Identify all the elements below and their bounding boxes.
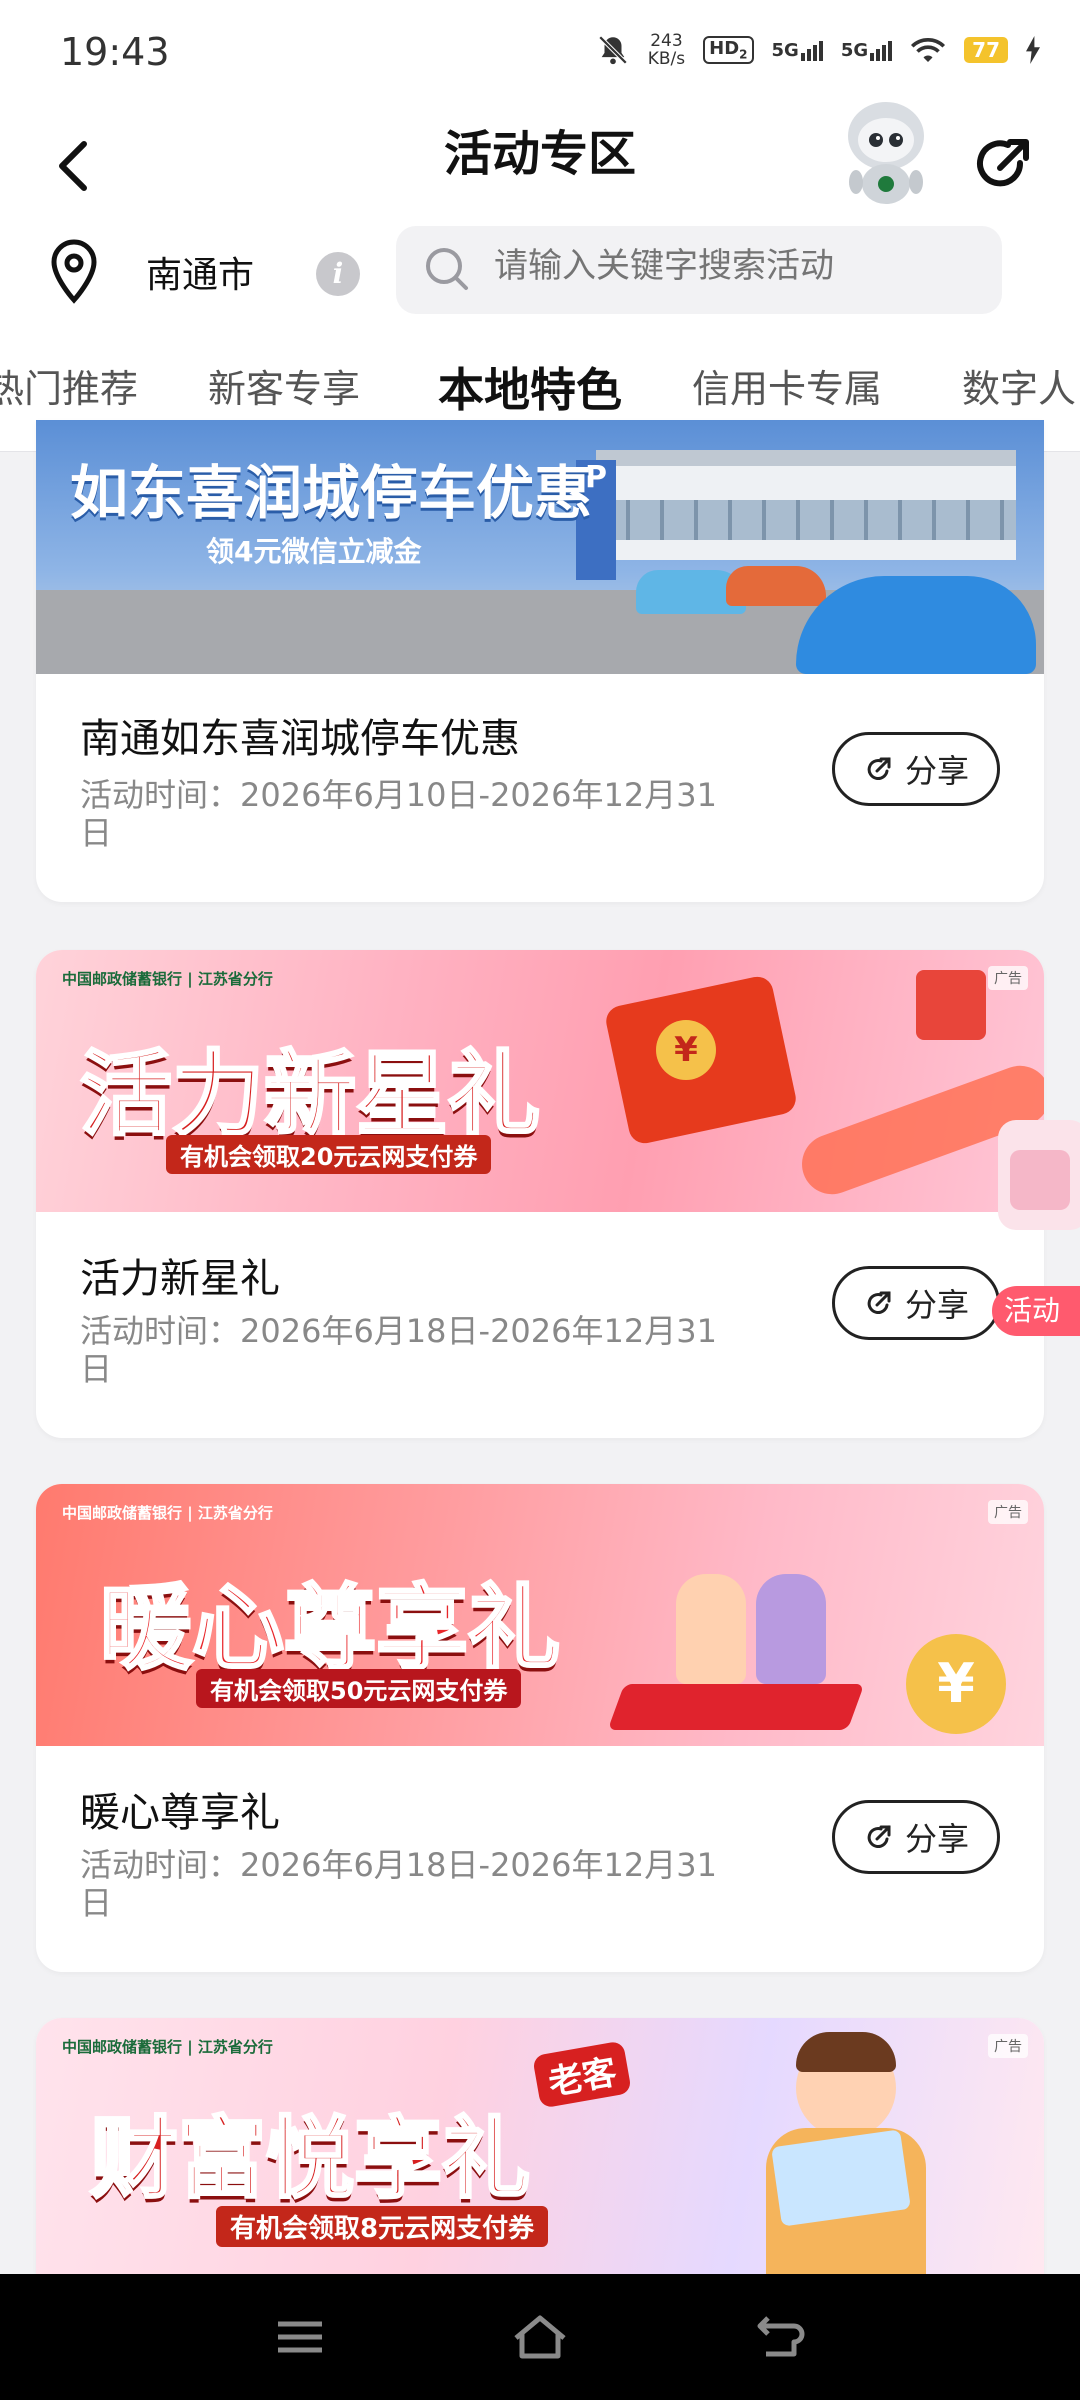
floating-badge-label: 活动 bbox=[992, 1286, 1080, 1336]
activity-time: 活动时间：2026年6月18日-2026年12月31日 bbox=[80, 1312, 717, 1388]
gift-box-shape bbox=[916, 970, 986, 1040]
back-icon[interactable] bbox=[750, 2312, 810, 2362]
wifi-icon bbox=[911, 38, 946, 62]
banner-subtitle: 有机会领取50元云网支付券 bbox=[196, 1669, 522, 1708]
activity-card[interactable]: 中国邮政储蓄银行 | 江苏省分行 广告 ¥ 暖心尊享礼 有机会领取50元云网支付… bbox=[36, 1484, 1044, 1972]
status-bar: 19:43 243 KB/s HD2 5G 5G 77 bbox=[0, 0, 1080, 96]
share-label: 分享 bbox=[904, 1286, 969, 1324]
share-icon bbox=[867, 757, 891, 781]
activity-title: 活力新星礼 bbox=[80, 1256, 280, 1302]
tab-hot[interactable]: 热门推荐 bbox=[0, 358, 138, 413]
search-input[interactable] bbox=[494, 246, 974, 286]
activity-card[interactable]: 中国邮政储蓄银行 | 江苏省分行 广告 ¥ 活力新星礼 有机会领取20元云网支付… bbox=[36, 950, 1044, 1438]
bank-logo: 中国邮政储蓄银行 | 江苏省分行 bbox=[62, 1504, 273, 1522]
red-carpet-shape bbox=[607, 1684, 865, 1730]
share-button[interactable]: 分享 bbox=[832, 1266, 1000, 1340]
share-icon[interactable] bbox=[970, 118, 1040, 208]
mute-bell-icon bbox=[598, 35, 628, 65]
banner-title: 暖心尊享礼 bbox=[98, 1574, 561, 1684]
menu-icon[interactable] bbox=[270, 2312, 330, 2362]
activity-banner[interactable]: 中国邮政储蓄银行 | 江苏省分行 广告 财富悦享礼 老客 有机会领取8元云网支付… bbox=[36, 2018, 1044, 2274]
info-icon[interactable]: i bbox=[316, 252, 360, 296]
activity-banner[interactable]: 中国邮政储蓄银行 | 江苏省分行 广告 ¥ 暖心尊享礼 有机会领取50元云网支付… bbox=[36, 1484, 1044, 1746]
coin-icon: ¥ bbox=[656, 1020, 716, 1080]
share-label: 分享 bbox=[904, 1820, 969, 1858]
activity-time: 活动时间：2026年6月10日-2026年12月31日 bbox=[80, 776, 717, 852]
elder-figure-shape bbox=[676, 1574, 746, 1684]
robot-mascot-icon[interactable] bbox=[838, 96, 934, 206]
share-icon bbox=[867, 1825, 891, 1849]
tab-credit-card[interactable]: 信用卡专属 bbox=[692, 358, 882, 413]
tab-digital-human[interactable]: 数字人 bbox=[962, 358, 1076, 413]
banner-subtitle: 领4元微信立减金 bbox=[206, 535, 422, 568]
share-icon bbox=[867, 1291, 891, 1315]
banner-subtitle: 有机会领取20元云网支付券 bbox=[166, 1135, 492, 1174]
system-nav-bar bbox=[0, 2274, 1080, 2400]
coin-icon: ¥ bbox=[906, 1634, 1006, 1734]
activity-time: 活动时间：2026年6月18日-2026年12月31日 bbox=[80, 1846, 717, 1922]
floating-activity-badge[interactable]: 活动 bbox=[992, 1120, 1080, 1350]
bank-logo: 中国邮政储蓄银行 | 江苏省分行 bbox=[62, 2038, 273, 2056]
character-hair-shape bbox=[796, 2032, 896, 2072]
ad-tag: 广告 bbox=[988, 966, 1028, 990]
share-button[interactable]: 分享 bbox=[832, 1800, 1000, 1874]
signal-5g-icon: 5G bbox=[772, 40, 823, 61]
car-shape bbox=[726, 566, 826, 606]
status-time: 19:43 bbox=[60, 30, 170, 74]
banner-badge: 老客 bbox=[532, 2040, 632, 2109]
battery-icon: 77 bbox=[964, 37, 1008, 63]
search-icon bbox=[426, 248, 468, 290]
activity-banner[interactable]: 中国邮政储蓄银行 | 江苏省分行 广告 ¥ 活力新星礼 有机会领取20元云网支付… bbox=[36, 950, 1044, 1212]
city-selector[interactable]: 南通市 bbox=[146, 246, 254, 298]
ad-tag: 广告 bbox=[988, 2034, 1028, 2058]
hd-icon: HD2 bbox=[703, 36, 754, 64]
location-pin-icon[interactable] bbox=[44, 236, 104, 308]
activity-banner[interactable]: P 如东喜润城停车优惠 领4元微信立减金 bbox=[36, 420, 1044, 674]
home-icon[interactable] bbox=[510, 2312, 570, 2362]
activity-card[interactable]: 中国邮政储蓄银行 | 江苏省分行 广告 财富悦享礼 老客 有机会领取8元云网支付… bbox=[36, 2018, 1044, 2274]
charging-icon bbox=[1026, 36, 1040, 64]
tab-new-customer[interactable]: 新客专享 bbox=[208, 358, 360, 413]
activity-title: 南通如东喜润城停车优惠 bbox=[80, 716, 520, 762]
search-box[interactable] bbox=[396, 226, 1002, 314]
banner-subtitle: 有机会领取8元云网支付券 bbox=[216, 2206, 549, 2247]
net-speed: 243 KB/s bbox=[647, 31, 686, 69]
calendar-shape bbox=[1010, 1150, 1070, 1210]
building-windows bbox=[596, 500, 1016, 540]
share-label: 分享 bbox=[904, 752, 969, 790]
tab-local[interactable]: 本地特色 bbox=[438, 354, 622, 420]
location-search-row: 南通市 i bbox=[0, 226, 1080, 316]
status-icons: 243 KB/s HD2 5G 5G 77 bbox=[596, 32, 1040, 68]
share-button[interactable]: 分享 bbox=[832, 732, 1000, 806]
banner-title: 活力新星礼 bbox=[78, 1040, 541, 1150]
activity-title: 暖心尊享礼 bbox=[80, 1790, 280, 1836]
elder-figure-shape bbox=[756, 1574, 826, 1684]
banner-title: 如东喜润城停车优惠 bbox=[70, 459, 593, 527]
signal-5g-2-icon: 5G bbox=[841, 40, 893, 61]
banner-title: 财富悦享礼 bbox=[88, 2106, 531, 2212]
bank-logo: 中国邮政储蓄银行 | 江苏省分行 bbox=[62, 970, 273, 988]
ad-tag: 广告 bbox=[988, 1500, 1028, 1524]
activity-card[interactable]: P 如东喜润城停车优惠 领4元微信立减金 南通如东喜润城停车优惠 活动时间：20… bbox=[36, 420, 1044, 902]
